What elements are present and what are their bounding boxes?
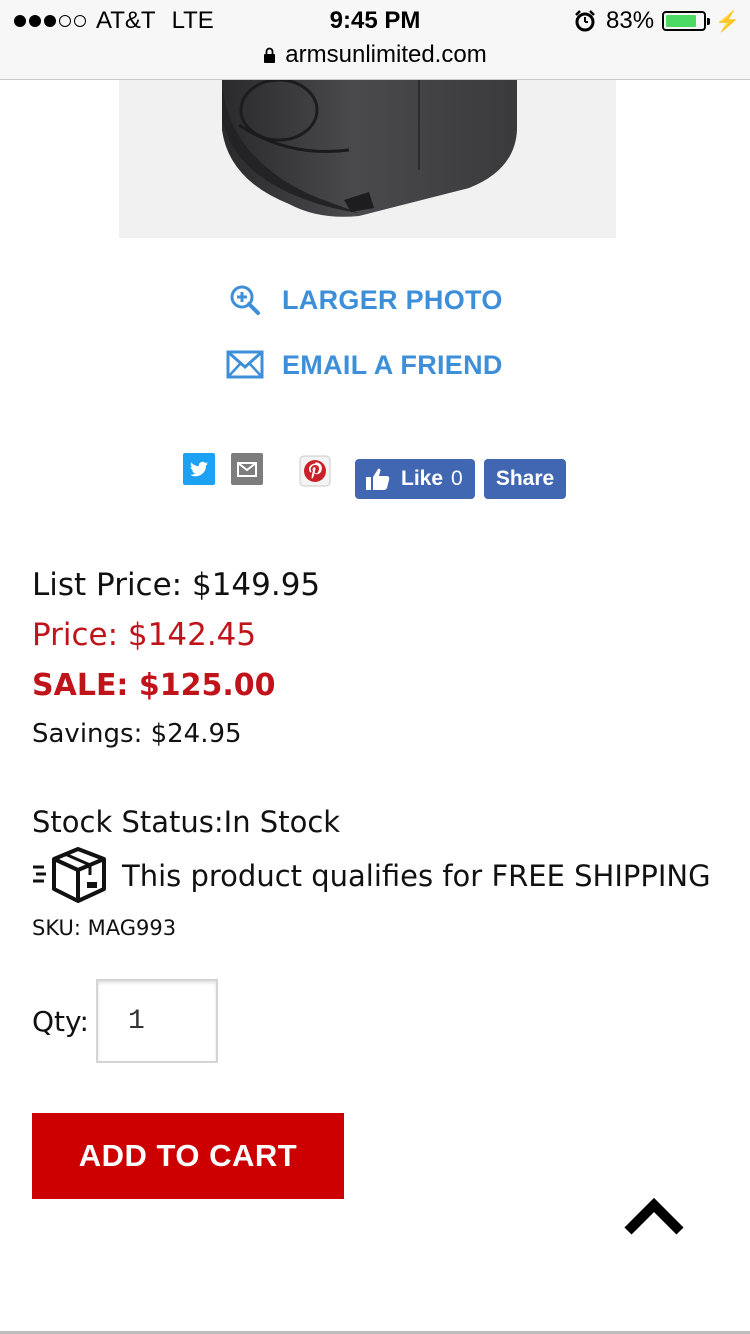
qty-label: Qty:: [32, 1005, 89, 1038]
lock-icon: [264, 47, 276, 63]
stock-status: Stock Status:In Stock: [32, 805, 341, 839]
larger-photo-link[interactable]: LARGER PHOTO: [226, 283, 503, 317]
email-friend-label: EMAIL A FRIEND: [282, 349, 503, 380]
like-count: 0: [451, 467, 463, 490]
like-label: Like: [401, 467, 444, 490]
url-text: armsunlimited.com: [285, 41, 487, 68]
battery-icon: [662, 11, 711, 31]
product-image[interactable]: [119, 80, 616, 238]
facebook-like-button[interactable]: Like 0: [355, 459, 475, 499]
shipping-box-icon: [33, 847, 106, 903]
sale-price: SALE: $125.00: [32, 668, 276, 703]
current-price: Price: $142.45: [32, 617, 257, 653]
alarm-icon: [575, 10, 595, 32]
envelope-icon: [226, 350, 264, 379]
thumbs-up-icon: [366, 468, 390, 490]
zoom-in-icon: [230, 285, 260, 315]
email-friend-link[interactable]: EMAIL A FRIEND: [226, 349, 503, 381]
drum-magazine-image: [222, 80, 517, 217]
status-bar: AT&T LTE 9:45 PM 83% ⚡ armsunlimited.com: [0, 0, 750, 80]
status-right: 83% ⚡: [574, 7, 740, 35]
add-to-cart-button[interactable]: ADD TO CART: [32, 1113, 344, 1199]
larger-photo-label: LARGER PHOTO: [282, 284, 503, 315]
url-bar[interactable]: armsunlimited.com: [0, 41, 750, 69]
battery-percent: 83%: [606, 7, 655, 34]
savings: Savings: $24.95: [32, 719, 242, 749]
charging-icon: ⚡: [715, 10, 740, 33]
share-label: Share: [495, 467, 555, 490]
facebook-share-button[interactable]: Share: [484, 459, 566, 499]
twitter-icon[interactable]: [183, 453, 215, 485]
list-price: List Price: $149.95: [32, 567, 321, 603]
free-shipping-text: This product qualifies for FREE SHIPPING: [122, 859, 711, 893]
email-share-icon[interactable]: [231, 453, 263, 485]
pinterest-icon[interactable]: [299, 455, 331, 487]
sku: SKU: MAG993: [32, 916, 177, 940]
quantity-input[interactable]: [96, 979, 218, 1063]
free-shipping-notice: This product qualifies for FREE SHIPPING: [32, 845, 711, 907]
chevron-up-icon[interactable]: [624, 1195, 684, 1239]
